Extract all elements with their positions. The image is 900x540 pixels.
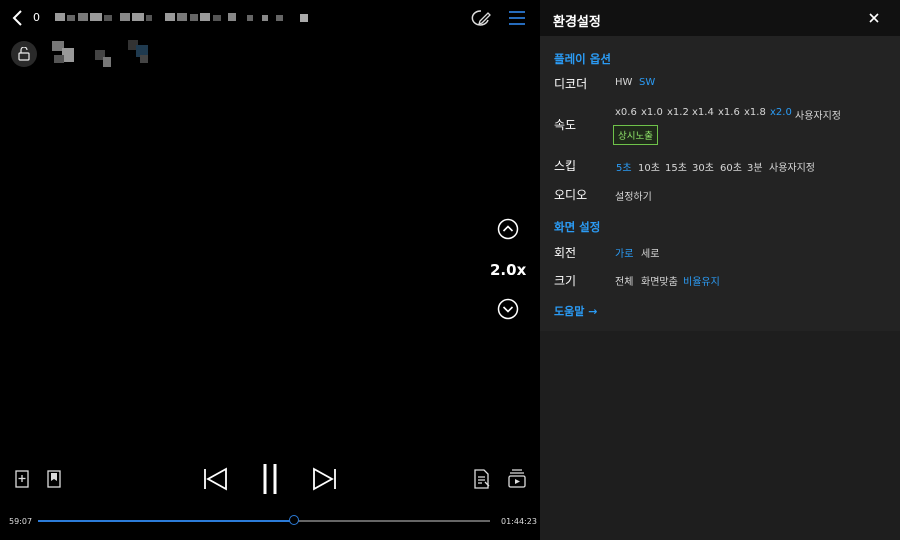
bookmark-add-icon[interactable] [12, 469, 32, 489]
video-player[interactable]: 0 2.0x 59:07 01:44:23 [0, 0, 540, 540]
decoder-label: 디코더 [554, 77, 588, 91]
video-title-prefix: 0 [33, 11, 40, 24]
rotation-option[interactable]: 가로 [615, 245, 633, 260]
seek-bar[interactable] [38, 515, 490, 525]
chevron-down-icon[interactable] [496, 297, 520, 321]
seek-progress [38, 520, 294, 522]
decoder-option[interactable]: HW [615, 77, 632, 88]
skip-option[interactable]: 10초 [638, 159, 660, 174]
settings-title: 환경설정 [553, 15, 601, 30]
skip-option[interactable]: 3분 [747, 159, 763, 174]
always-show-badge[interactable]: 상시노출 [613, 125, 658, 145]
skip-label: 스킵 [554, 159, 577, 173]
rewind-icon[interactable] [201, 464, 231, 494]
pause-icon[interactable] [256, 462, 284, 496]
size-option[interactable]: 화면맞춤 [641, 273, 678, 288]
size-label: 크기 [554, 274, 577, 288]
help-link[interactable]: 도움말 → [554, 303, 597, 319]
close-icon[interactable] [866, 10, 882, 26]
chevron-up-icon[interactable] [496, 217, 520, 241]
speed-option[interactable]: x2.0 [770, 107, 792, 118]
skip-option[interactable]: 5초 [616, 159, 632, 174]
speed-label: 속도 [554, 118, 577, 132]
decoder-option[interactable]: SW [639, 77, 655, 88]
speed-option[interactable]: 사용자지정 [795, 107, 841, 122]
bookmark-icon[interactable] [44, 469, 64, 489]
speed-option[interactable]: x1.0 [641, 107, 663, 118]
speed-option[interactable]: x1.4 [692, 107, 714, 118]
time-elapsed: 59:07 [9, 517, 33, 526]
settings-panel: 환경설정 플레이 옵션 디코더 HW SW 속도 x0.6 x1.0 x1.2 x1.4… [540, 0, 900, 540]
skip-option[interactable]: 30초 [692, 159, 714, 174]
section-play-options: 플레이 옵션 [554, 52, 611, 66]
section-screen: 화면 설정 [554, 220, 601, 234]
time-total: 01:44:23 [501, 517, 537, 526]
size-option[interactable]: 비율유지 [683, 273, 720, 288]
seek-handle[interactable] [288, 515, 299, 525]
audio-settings-link[interactable]: 설정하기 [615, 188, 652, 203]
rotation-label: 회전 [554, 246, 577, 260]
forward-icon[interactable] [309, 464, 339, 494]
speed-option[interactable]: x1.8 [744, 107, 766, 118]
audio-label: 오디오 [554, 188, 588, 202]
document-icon[interactable] [472, 468, 492, 490]
playlist-icon[interactable] [506, 467, 528, 489]
settings-header: 환경설정 [540, 0, 900, 36]
rotation-option[interactable]: 세로 [641, 245, 659, 260]
speed-option[interactable]: x1.2 [667, 107, 689, 118]
speed-option[interactable]: x1.6 [718, 107, 740, 118]
skip-option[interactable]: 사용자지정 [769, 159, 815, 174]
back-icon[interactable] [8, 8, 28, 28]
settings-body: 플레이 옵션 디코더 HW SW 속도 x0.6 x1.0 x1.2 x1.4 x1.6 x… [540, 36, 900, 331]
skip-option[interactable]: 60초 [720, 159, 742, 174]
skip-option[interactable]: 15초 [665, 159, 687, 174]
speed-value: 2.0x [490, 261, 527, 279]
speed-option[interactable]: x0.6 [615, 107, 637, 118]
edit-icon[interactable] [470, 8, 492, 28]
menu-icon[interactable] [506, 8, 528, 28]
lock-icon[interactable] [11, 41, 37, 67]
size-option[interactable]: 전체 [615, 273, 633, 288]
